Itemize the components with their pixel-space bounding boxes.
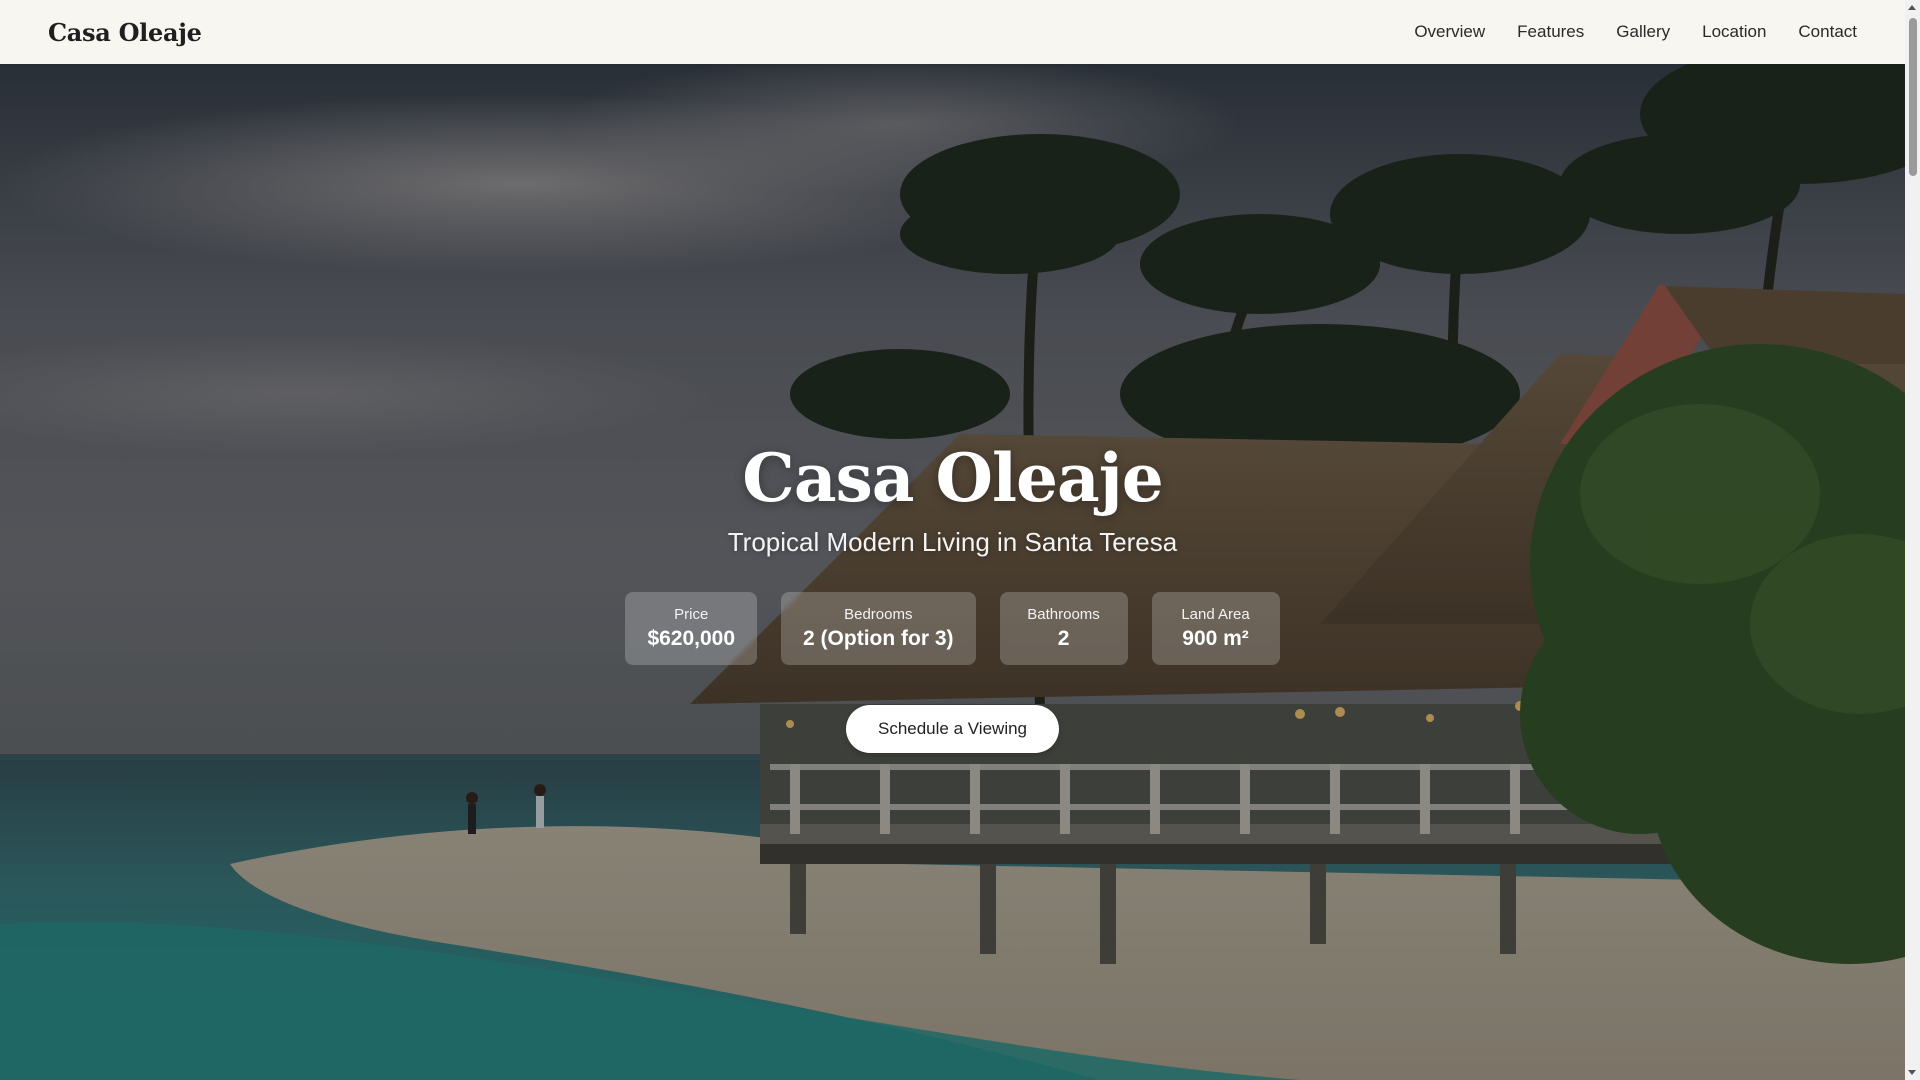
nav-link-features[interactable]: Features [1517, 22, 1584, 42]
stat-label: Price [674, 606, 709, 624]
property-stats: Price $620,000 Bedrooms 2 (Option for 3)… [625, 592, 1280, 666]
stat-value: 2 (Option for 3) [803, 627, 954, 651]
stat-card-bathrooms: Bathrooms 2 [999, 592, 1128, 666]
brand-logo[interactable]: Casa Oleaje [48, 18, 202, 47]
hero-section: Casa Oleaje Tropical Modern Living in Sa… [0, 64, 1905, 1080]
hero-title: Casa Oleaje [742, 439, 1163, 517]
stat-value: 2 [1057, 627, 1070, 651]
hero-subtitle: Tropical Modern Living in Santa Teresa [727, 527, 1178, 558]
nav-menu: Overview Features Gallery Location Conta… [1414, 22, 1857, 42]
scroll-thumb[interactable] [1909, 18, 1917, 176]
top-navbar: Casa Oleaje Overview Features Gallery Lo… [0, 0, 1905, 64]
nav-link-contact[interactable]: Contact [1798, 22, 1857, 42]
nav-link-location[interactable]: Location [1702, 22, 1766, 42]
stat-label: Bathrooms [1027, 606, 1100, 624]
schedule-viewing-button[interactable]: Schedule a Viewing [845, 705, 1059, 754]
page: Casa Oleaje Overview Features Gallery Lo… [0, 0, 1920, 1080]
stat-card-bedrooms: Bedrooms 2 (Option for 3) [781, 592, 976, 666]
scroll-down-arrow-icon[interactable] [1908, 1070, 1916, 1075]
stat-label: Land Area [1181, 606, 1250, 624]
stat-value: 900 m² [1182, 627, 1249, 651]
stat-label: Bedrooms [844, 606, 913, 624]
stat-value: $620,000 [647, 627, 736, 651]
nav-link-gallery[interactable]: Gallery [1616, 22, 1670, 42]
scroll-up-arrow-icon[interactable] [1908, 5, 1916, 10]
stat-card-price: Price $620,000 [625, 592, 758, 666]
hero-content: Casa Oleaje Tropical Modern Living in Sa… [0, 439, 1905, 754]
page-scrollbar[interactable] [1905, 0, 1920, 1080]
nav-link-overview[interactable]: Overview [1414, 22, 1485, 42]
stat-card-land-area: Land Area 900 m² [1151, 592, 1280, 666]
